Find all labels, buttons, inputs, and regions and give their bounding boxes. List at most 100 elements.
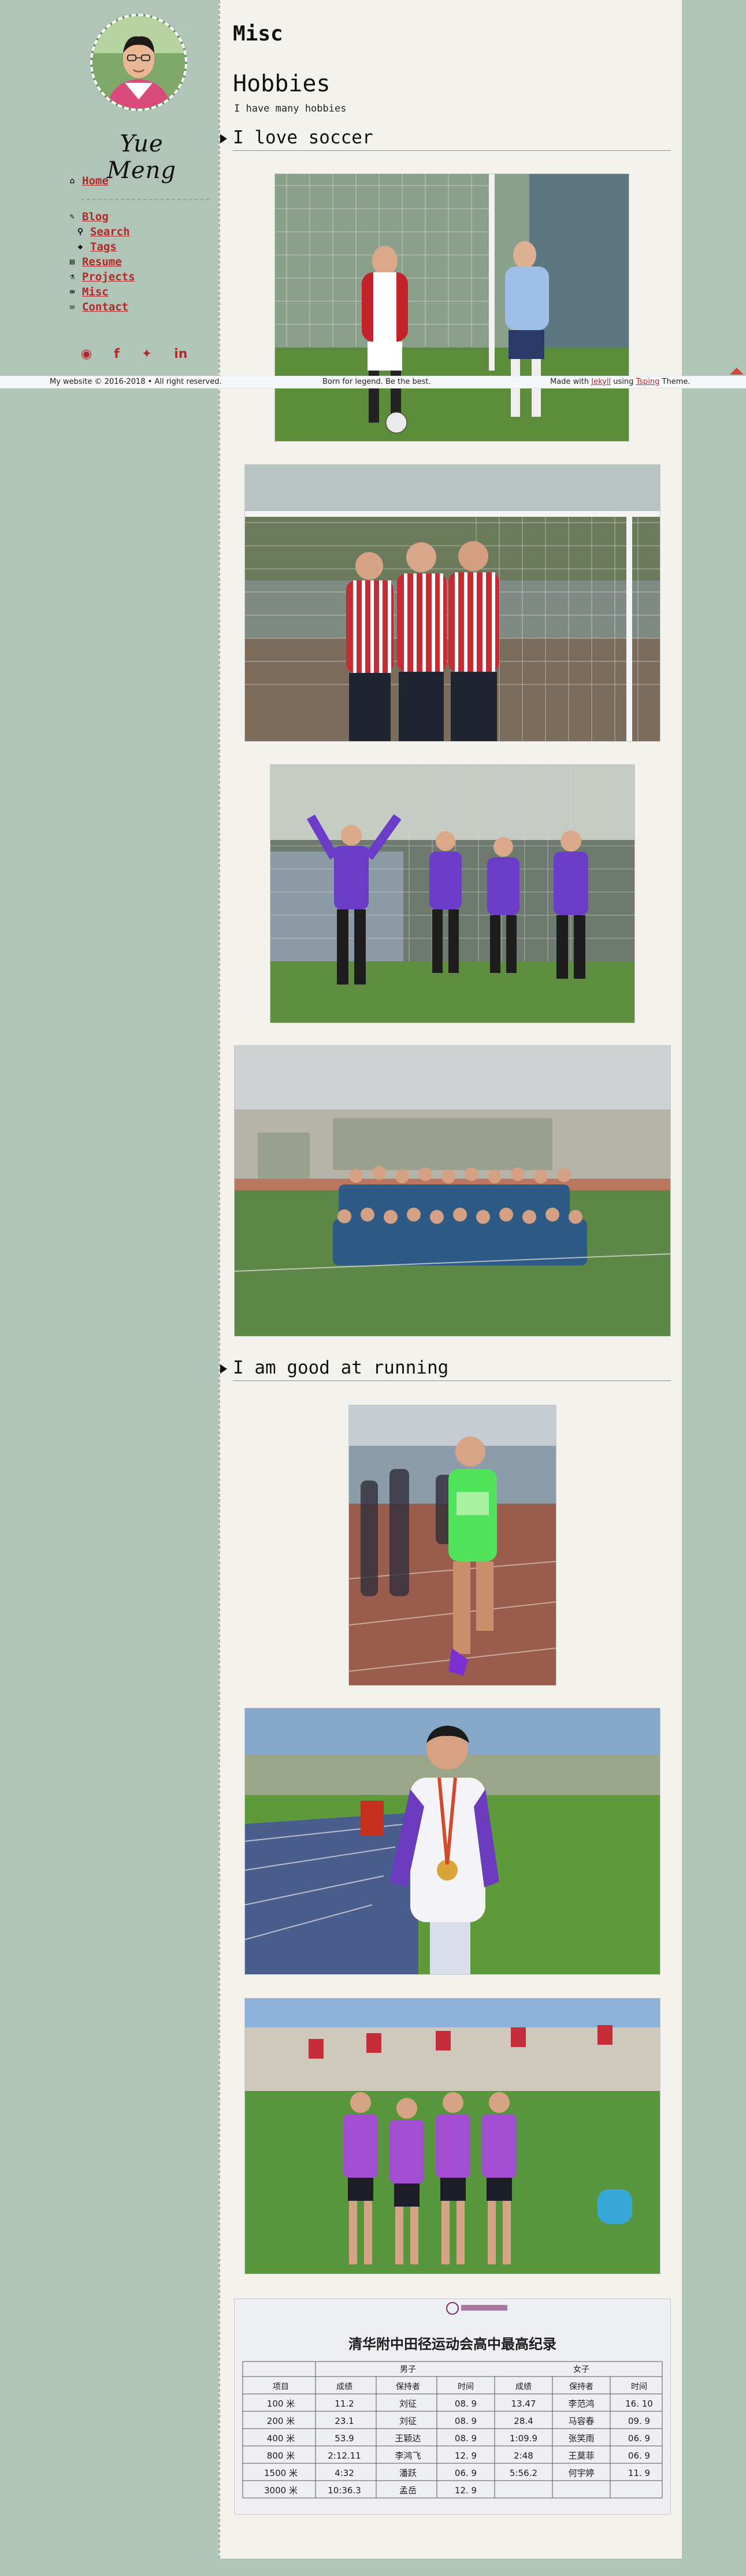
- tags-icon: ◆: [77, 242, 83, 251]
- records-cell: 13.47: [511, 2399, 536, 2409]
- linkedin-icon[interactable]: in: [174, 347, 187, 361]
- records-cell: 09. 9: [628, 2416, 650, 2426]
- nav-item-label: Misc: [82, 286, 109, 298]
- nav-item-projects[interactable]: ⚗ Projects: [67, 269, 135, 284]
- records-cell: 08. 9: [455, 2416, 477, 2426]
- records-group-female: 女子: [573, 2364, 589, 2374]
- subsection-title-soccer: I love soccer: [220, 127, 671, 151]
- document-icon: ▤: [69, 257, 75, 267]
- page-title: Misc: [233, 22, 283, 46]
- records-header-cell: 保持者: [396, 2382, 420, 2392]
- records-header-cell: 时间: [458, 2382, 474, 2392]
- running-photo-1: [348, 1405, 556, 1686]
- records-header-cell: 成绩: [515, 2382, 532, 2392]
- footer-copyright: My website © 2016-2018 • All right reser…: [50, 377, 222, 386]
- records-sheet-photo: 清华附中田径运动会高中最高纪录 男子 女子 项目 成绩 保持者 时间 成绩 保持者 时间 100 米…: [234, 2299, 671, 2515]
- records-cell: 刘征: [399, 2399, 417, 2409]
- records-header-cell: 项目: [273, 2382, 289, 2392]
- nav-item-blog[interactable]: ✎ Blog: [67, 209, 109, 224]
- records-cell: 李鸿飞: [395, 2451, 421, 2461]
- nav-item-label: Search: [90, 225, 130, 238]
- soccer-photo-1: [274, 173, 629, 442]
- records-group-male: 男子: [400, 2365, 416, 2374]
- records-header-cell: 时间: [631, 2382, 647, 2392]
- records-cell: 孟岳: [399, 2485, 417, 2496]
- footer-credits-mid: using: [611, 377, 636, 386]
- records-cell: 马容春: [568, 2416, 594, 2426]
- records-cell: 23.1: [335, 2416, 354, 2426]
- nav-divider: [81, 199, 209, 200]
- nav-item-resume[interactable]: ▤ Resume: [67, 254, 122, 269]
- records-cell: 3000 米: [264, 2485, 298, 2496]
- nav-item-contact[interactable]: ✉ Contact: [67, 299, 128, 314]
- records-cell: 11. 9: [628, 2468, 650, 2478]
- records-cell: 16. 10: [625, 2399, 653, 2409]
- records-cell: 潘跃: [399, 2468, 417, 2478]
- records-cell: 何宇婷: [568, 2468, 594, 2478]
- avatar[interactable]: [90, 14, 187, 111]
- records-cell: 100 米: [267, 2399, 295, 2409]
- records-cell: 5:56.2: [510, 2468, 537, 2478]
- nav-item-misc[interactable]: ∞ Misc: [67, 284, 109, 299]
- footer: My website © 2016-2018 • All right reser…: [0, 376, 746, 388]
- running-photo-2: [244, 1708, 660, 1975]
- footer-credits-suffix: Theme.: [659, 377, 691, 386]
- github-icon[interactable]: ◉: [81, 347, 92, 361]
- nav-item-tags[interactable]: ◆ Tags: [75, 239, 117, 254]
- infinity-icon: ∞: [69, 287, 75, 297]
- records-cell: 4:32: [335, 2468, 354, 2478]
- nav-item-home[interactable]: ⌂ Home: [67, 173, 109, 188]
- footer-credits-prefix: Made with: [550, 377, 592, 386]
- home-icon: ⌂: [69, 176, 75, 186]
- nav-item-search[interactable]: ⚲ Search: [75, 224, 130, 239]
- records-cell: 53.9: [335, 2433, 354, 2444]
- running-photo-3: [244, 1998, 660, 2274]
- soccer-photo-4: [234, 1045, 671, 1337]
- nav-item-label: Projects: [82, 271, 135, 283]
- records-cell: 800 米: [267, 2451, 295, 2461]
- nav-item-label: Resume: [82, 256, 122, 268]
- records-cell: 刘征: [399, 2416, 417, 2426]
- footer-credits: Made with Jekyll using Tsping Theme.: [550, 377, 691, 386]
- records-cell: 11.2: [335, 2399, 354, 2409]
- flask-icon: ⚗: [69, 272, 75, 282]
- facebook-icon[interactable]: f: [114, 347, 120, 361]
- section-description: I have many hobbies: [234, 103, 347, 114]
- records-cell: 2:48: [514, 2451, 533, 2461]
- footer-tagline: Born for legend. Be the best.: [322, 377, 431, 386]
- records-sheet: 清华附中田径运动会高中最高纪录男子 女子项目 成绩 保持者 时间 成绩 保持者 时间 100 米…: [235, 2299, 670, 2514]
- records-cell: 1:09.9: [510, 2433, 537, 2444]
- scroll-to-top-icon[interactable]: [730, 368, 744, 375]
- records-cell: 10:36.3: [328, 2485, 361, 2496]
- section-title: Hobbies: [233, 71, 331, 97]
- records-cell: 28.4: [514, 2416, 533, 2426]
- theme-link[interactable]: Tsping: [636, 377, 660, 386]
- records-cell: 1500 米: [264, 2468, 298, 2478]
- records-cell: 06. 9: [628, 2433, 650, 2444]
- soccer-photo-2: [244, 464, 660, 742]
- nav-item-label: Blog: [82, 210, 109, 223]
- subsection-title-running: I am good at running: [220, 1357, 671, 1381]
- records-cell: 12. 9: [455, 2451, 477, 2461]
- records-cell: 李范鸿: [568, 2399, 594, 2409]
- envelope-icon: ✉: [69, 302, 75, 312]
- nav-item-label: Tags: [90, 240, 117, 253]
- records-cell: 06. 9: [455, 2468, 477, 2478]
- nav-item-label: Home: [82, 175, 109, 187]
- records-cell: 张笑雨: [568, 2433, 594, 2444]
- records-cell: 06. 9: [628, 2451, 650, 2461]
- records-cell: 400 米: [267, 2433, 295, 2444]
- records-cell: 08. 9: [455, 2433, 477, 2444]
- records-cell: 200 米: [267, 2416, 295, 2426]
- records-cell: 王莫菲: [568, 2451, 594, 2461]
- nav-item-label: Contact: [82, 301, 129, 313]
- pencil-icon: ✎: [69, 212, 75, 221]
- jekyll-link[interactable]: Jekyll: [591, 377, 611, 386]
- social-links: ◉ f ✦ in: [81, 347, 187, 361]
- soccer-photo-3: [270, 764, 635, 1023]
- records-cell: 王颖达: [395, 2433, 421, 2444]
- records-cell: 12. 9: [455, 2485, 477, 2496]
- records-cell: 08. 9: [455, 2399, 477, 2409]
- records-cell: 2:12.11: [328, 2451, 361, 2461]
- twitter-icon[interactable]: ✦: [142, 347, 152, 361]
